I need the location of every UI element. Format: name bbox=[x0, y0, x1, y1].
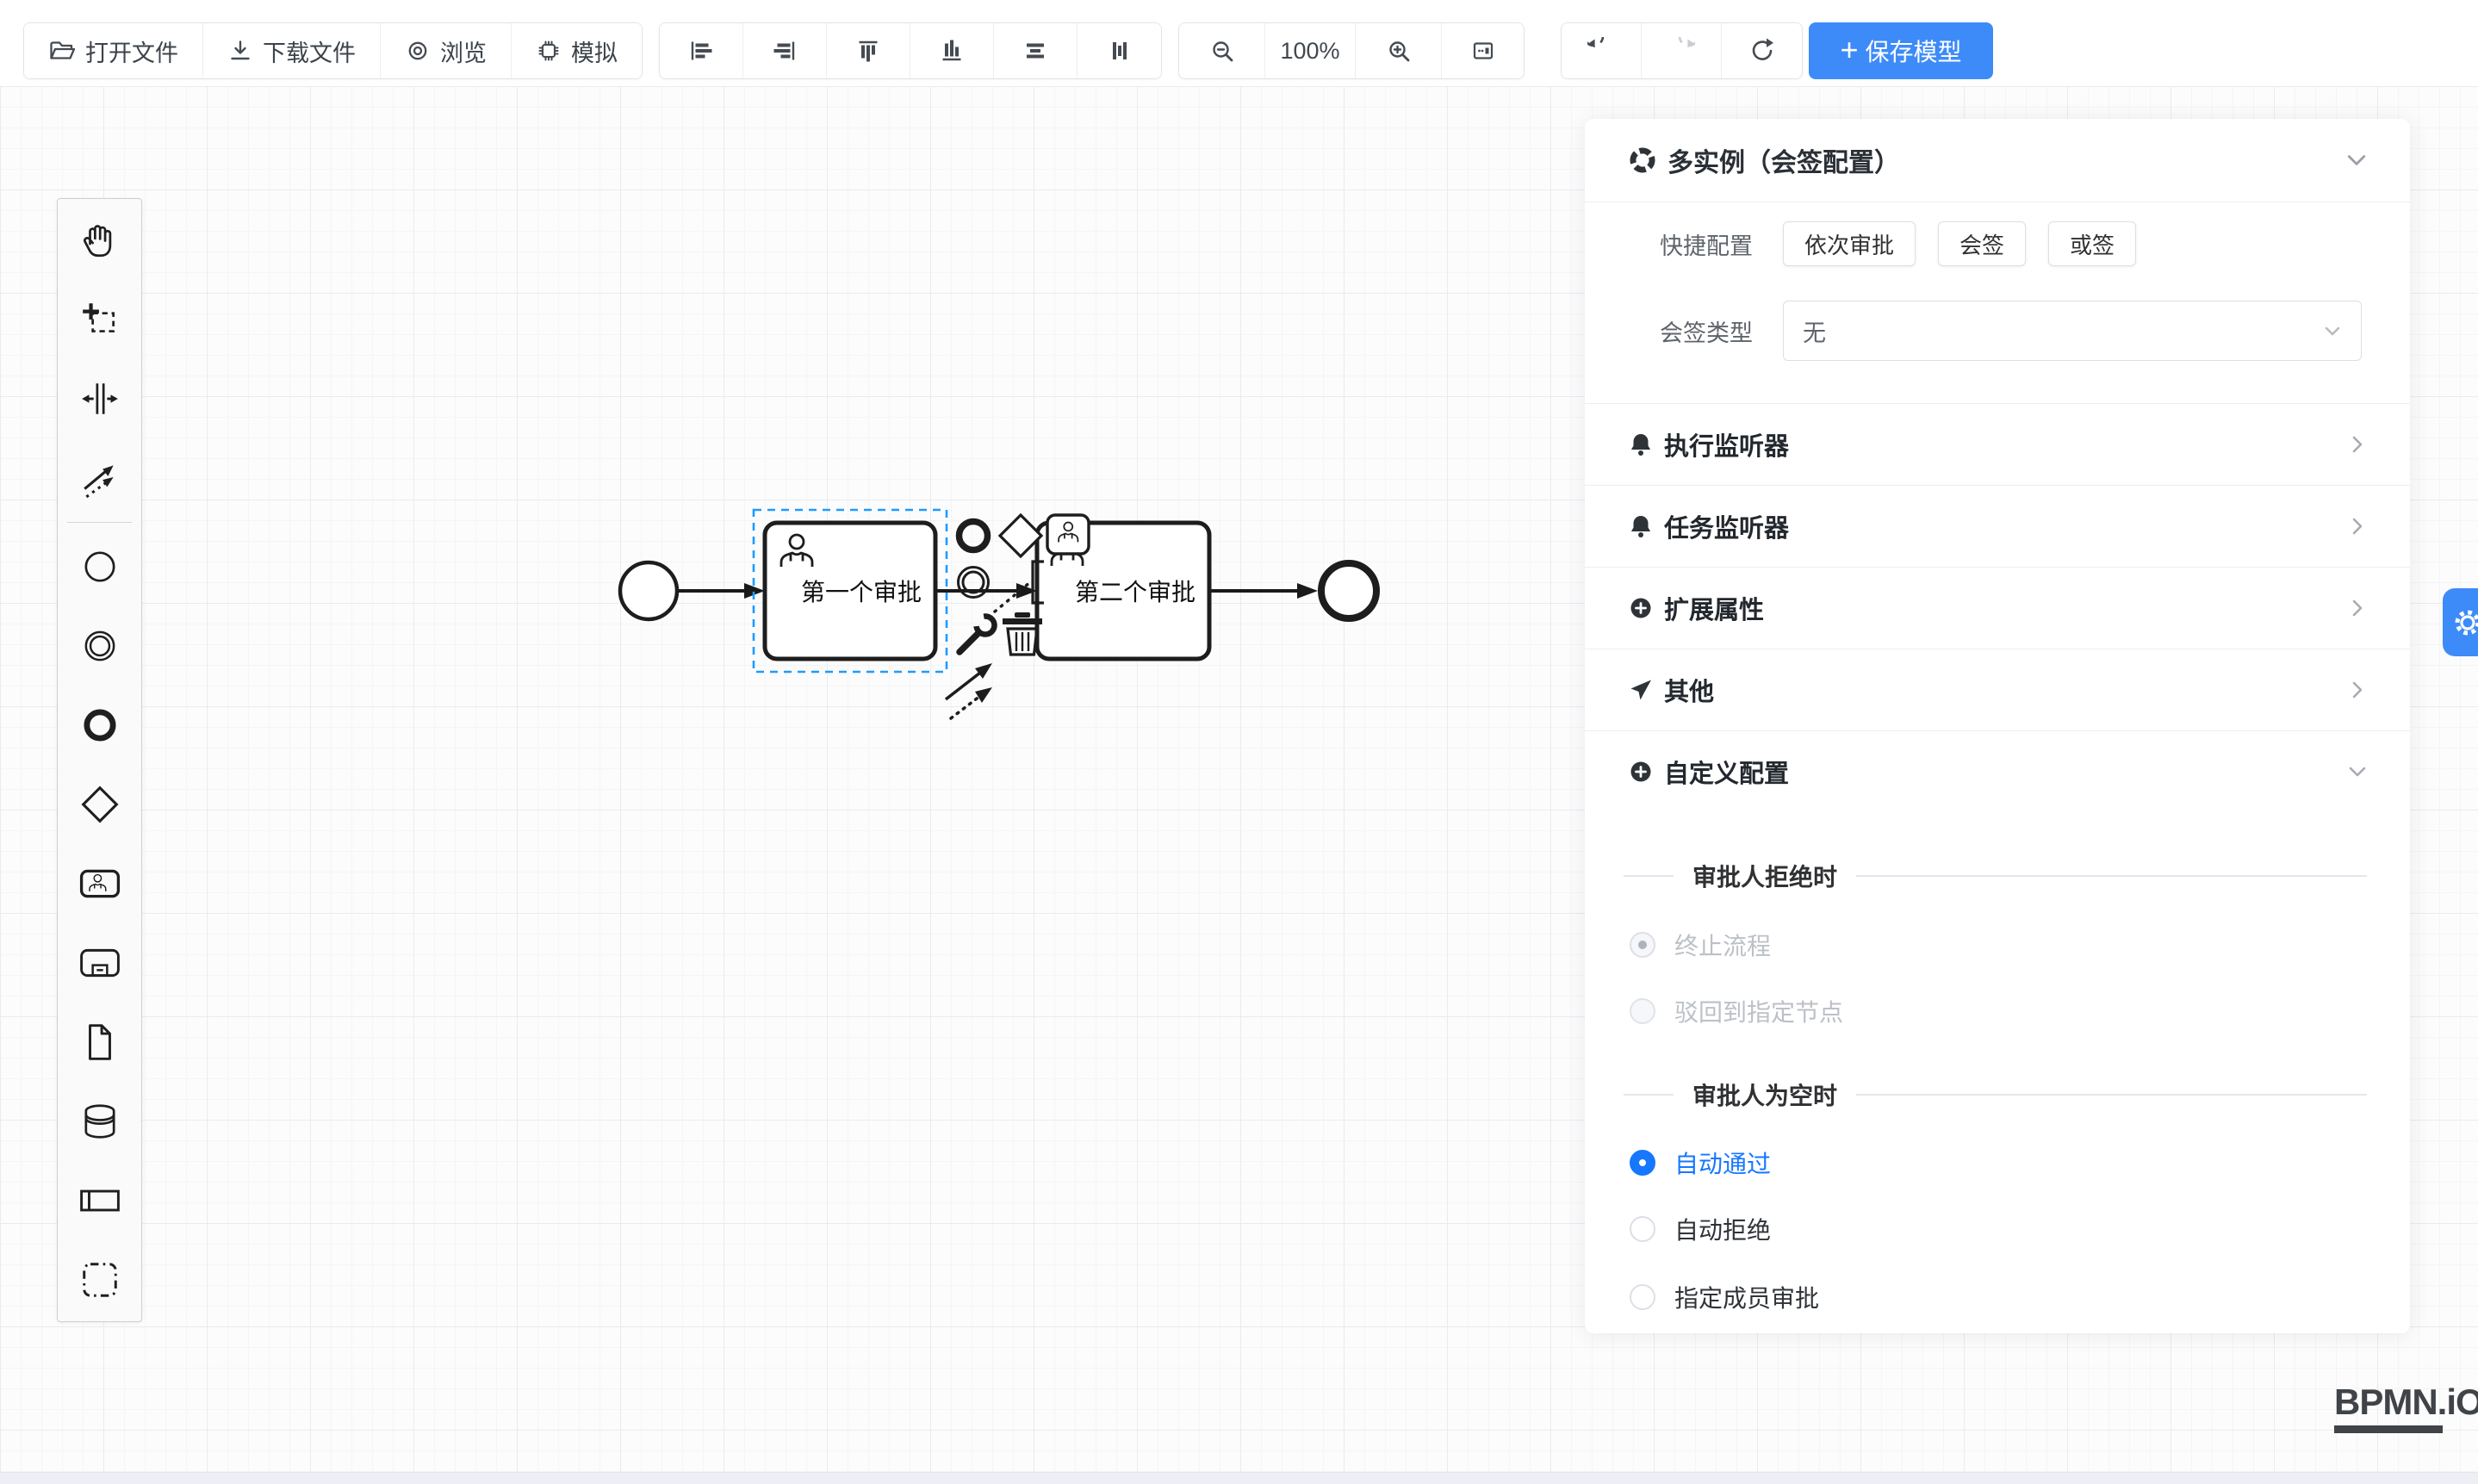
radio-assign-member[interactable]: 指定成员审批 bbox=[1630, 1277, 1819, 1317]
settings-tab-button[interactable] bbox=[2443, 588, 2478, 656]
sign-type-row: 会签类型 无 bbox=[1660, 301, 2362, 361]
section-label: 扩展属性 bbox=[1664, 590, 1764, 626]
empty-heading-row: 审批人为空时 bbox=[1624, 1080, 2367, 1109]
bpmn-io-logo[interactable]: BPMN.iO bbox=[2334, 1382, 2478, 1433]
radio-auto-reject[interactable]: 自动拒绝 bbox=[1630, 1209, 1771, 1249]
radio-label: 自动通过 bbox=[1674, 1146, 1771, 1180]
wrench-icon[interactable] bbox=[960, 615, 996, 652]
radio-label: 终止流程 bbox=[1674, 928, 1771, 962]
panel-header[interactable]: 多实例（会签配置） bbox=[1585, 119, 2410, 202]
radio-label: 自动拒绝 bbox=[1674, 1212, 1771, 1246]
divider bbox=[1856, 875, 2367, 877]
quick-config-buttons: 依次审批 会签 或签 bbox=[1783, 221, 2136, 266]
section-custom-config[interactable]: 自定义配置 bbox=[1585, 730, 2410, 812]
task1-label: 第一个审批 bbox=[801, 579, 922, 605]
logo-underline bbox=[2334, 1425, 2443, 1433]
properties-panel: 多实例（会签配置） 快捷配置 依次审批 会签 或签 会签类型 无 执行监听器 bbox=[1585, 119, 2410, 1333]
chevron-down-icon bbox=[2323, 321, 2342, 340]
multi-instance-icon bbox=[1628, 146, 1657, 175]
divider bbox=[1624, 875, 1674, 877]
empty-heading: 审批人为空时 bbox=[1692, 1077, 1837, 1112]
panel-title: 多实例（会签配置） bbox=[1668, 141, 1900, 179]
append-end-event-icon[interactable] bbox=[960, 522, 988, 550]
chevron-down-icon bbox=[2346, 150, 2367, 171]
reject-heading: 审批人拒绝时 bbox=[1692, 859, 1837, 893]
radio-label: 驳回到指定节点 bbox=[1674, 994, 1843, 1028]
section-other[interactable]: 其他 bbox=[1585, 649, 2410, 730]
reject-heading-row: 审批人拒绝时 bbox=[1624, 861, 2367, 891]
end-event[interactable] bbox=[1321, 563, 1376, 618]
chevron-right-icon bbox=[2348, 680, 2367, 699]
bpmn-editor: 打开文件 下载文件 浏览 模拟 bbox=[0, 0, 2478, 1484]
radio-button[interactable] bbox=[1630, 1150, 1655, 1176]
task2-label: 第二个审批 bbox=[1075, 579, 1196, 605]
divider bbox=[1856, 1094, 2367, 1096]
quick-config-row: 快捷配置 依次审批 会签 或签 bbox=[1660, 221, 2362, 266]
logo-text: BPMN.iO bbox=[2334, 1382, 2478, 1423]
sequence-flow-3-arrowhead bbox=[1297, 583, 1318, 599]
chevron-right-icon bbox=[2348, 599, 2367, 618]
section-task-listener[interactable]: 任务监听器 bbox=[1585, 485, 2410, 567]
quick-option-orsign[interactable]: 或签 bbox=[2048, 221, 2136, 266]
divider bbox=[1624, 1094, 1674, 1096]
radio-auto-pass[interactable]: 自动通过 bbox=[1630, 1143, 1771, 1183]
radio-button bbox=[1630, 998, 1655, 1024]
plus-circle-icon bbox=[1628, 595, 1654, 621]
radio-button bbox=[1630, 932, 1655, 958]
quick-option-countersign[interactable]: 会签 bbox=[1938, 221, 2026, 266]
radio-label: 指定成员审批 bbox=[1674, 1280, 1819, 1314]
section-label: 任务监听器 bbox=[1664, 508, 1789, 544]
bell-icon bbox=[1628, 513, 1654, 539]
radio-terminate-process: 终止流程 bbox=[1630, 925, 1771, 965]
quick-option-sequential[interactable]: 依次审批 bbox=[1783, 221, 1916, 266]
section-label: 其他 bbox=[1664, 672, 1714, 708]
chevron-right-icon bbox=[2348, 517, 2367, 536]
radio-button[interactable] bbox=[1630, 1284, 1655, 1310]
paper-plane-icon bbox=[1628, 677, 1654, 703]
plus-circle-icon bbox=[1628, 759, 1654, 785]
radio-button[interactable] bbox=[1630, 1216, 1655, 1242]
gear-icon bbox=[2450, 605, 2478, 640]
radio-return-to-node: 驳回到指定节点 bbox=[1630, 991, 1843, 1031]
chevron-right-icon bbox=[2348, 435, 2367, 454]
chevron-down-icon bbox=[2348, 762, 2367, 781]
sign-type-label: 会签类型 bbox=[1660, 314, 1759, 348]
start-event[interactable] bbox=[620, 562, 677, 619]
sign-type-value: 无 bbox=[1803, 314, 1826, 348]
section-extension-properties[interactable]: 扩展属性 bbox=[1585, 567, 2410, 649]
bell-icon bbox=[1628, 432, 1654, 457]
section-label: 执行监听器 bbox=[1664, 426, 1789, 463]
sign-type-select[interactable]: 无 bbox=[1783, 301, 2362, 361]
section-label: 自定义配置 bbox=[1664, 754, 1789, 790]
quick-config-label: 快捷配置 bbox=[1660, 227, 1759, 261]
section-execution-listener[interactable]: 执行监听器 bbox=[1585, 403, 2410, 485]
connect-icon[interactable] bbox=[946, 663, 992, 718]
